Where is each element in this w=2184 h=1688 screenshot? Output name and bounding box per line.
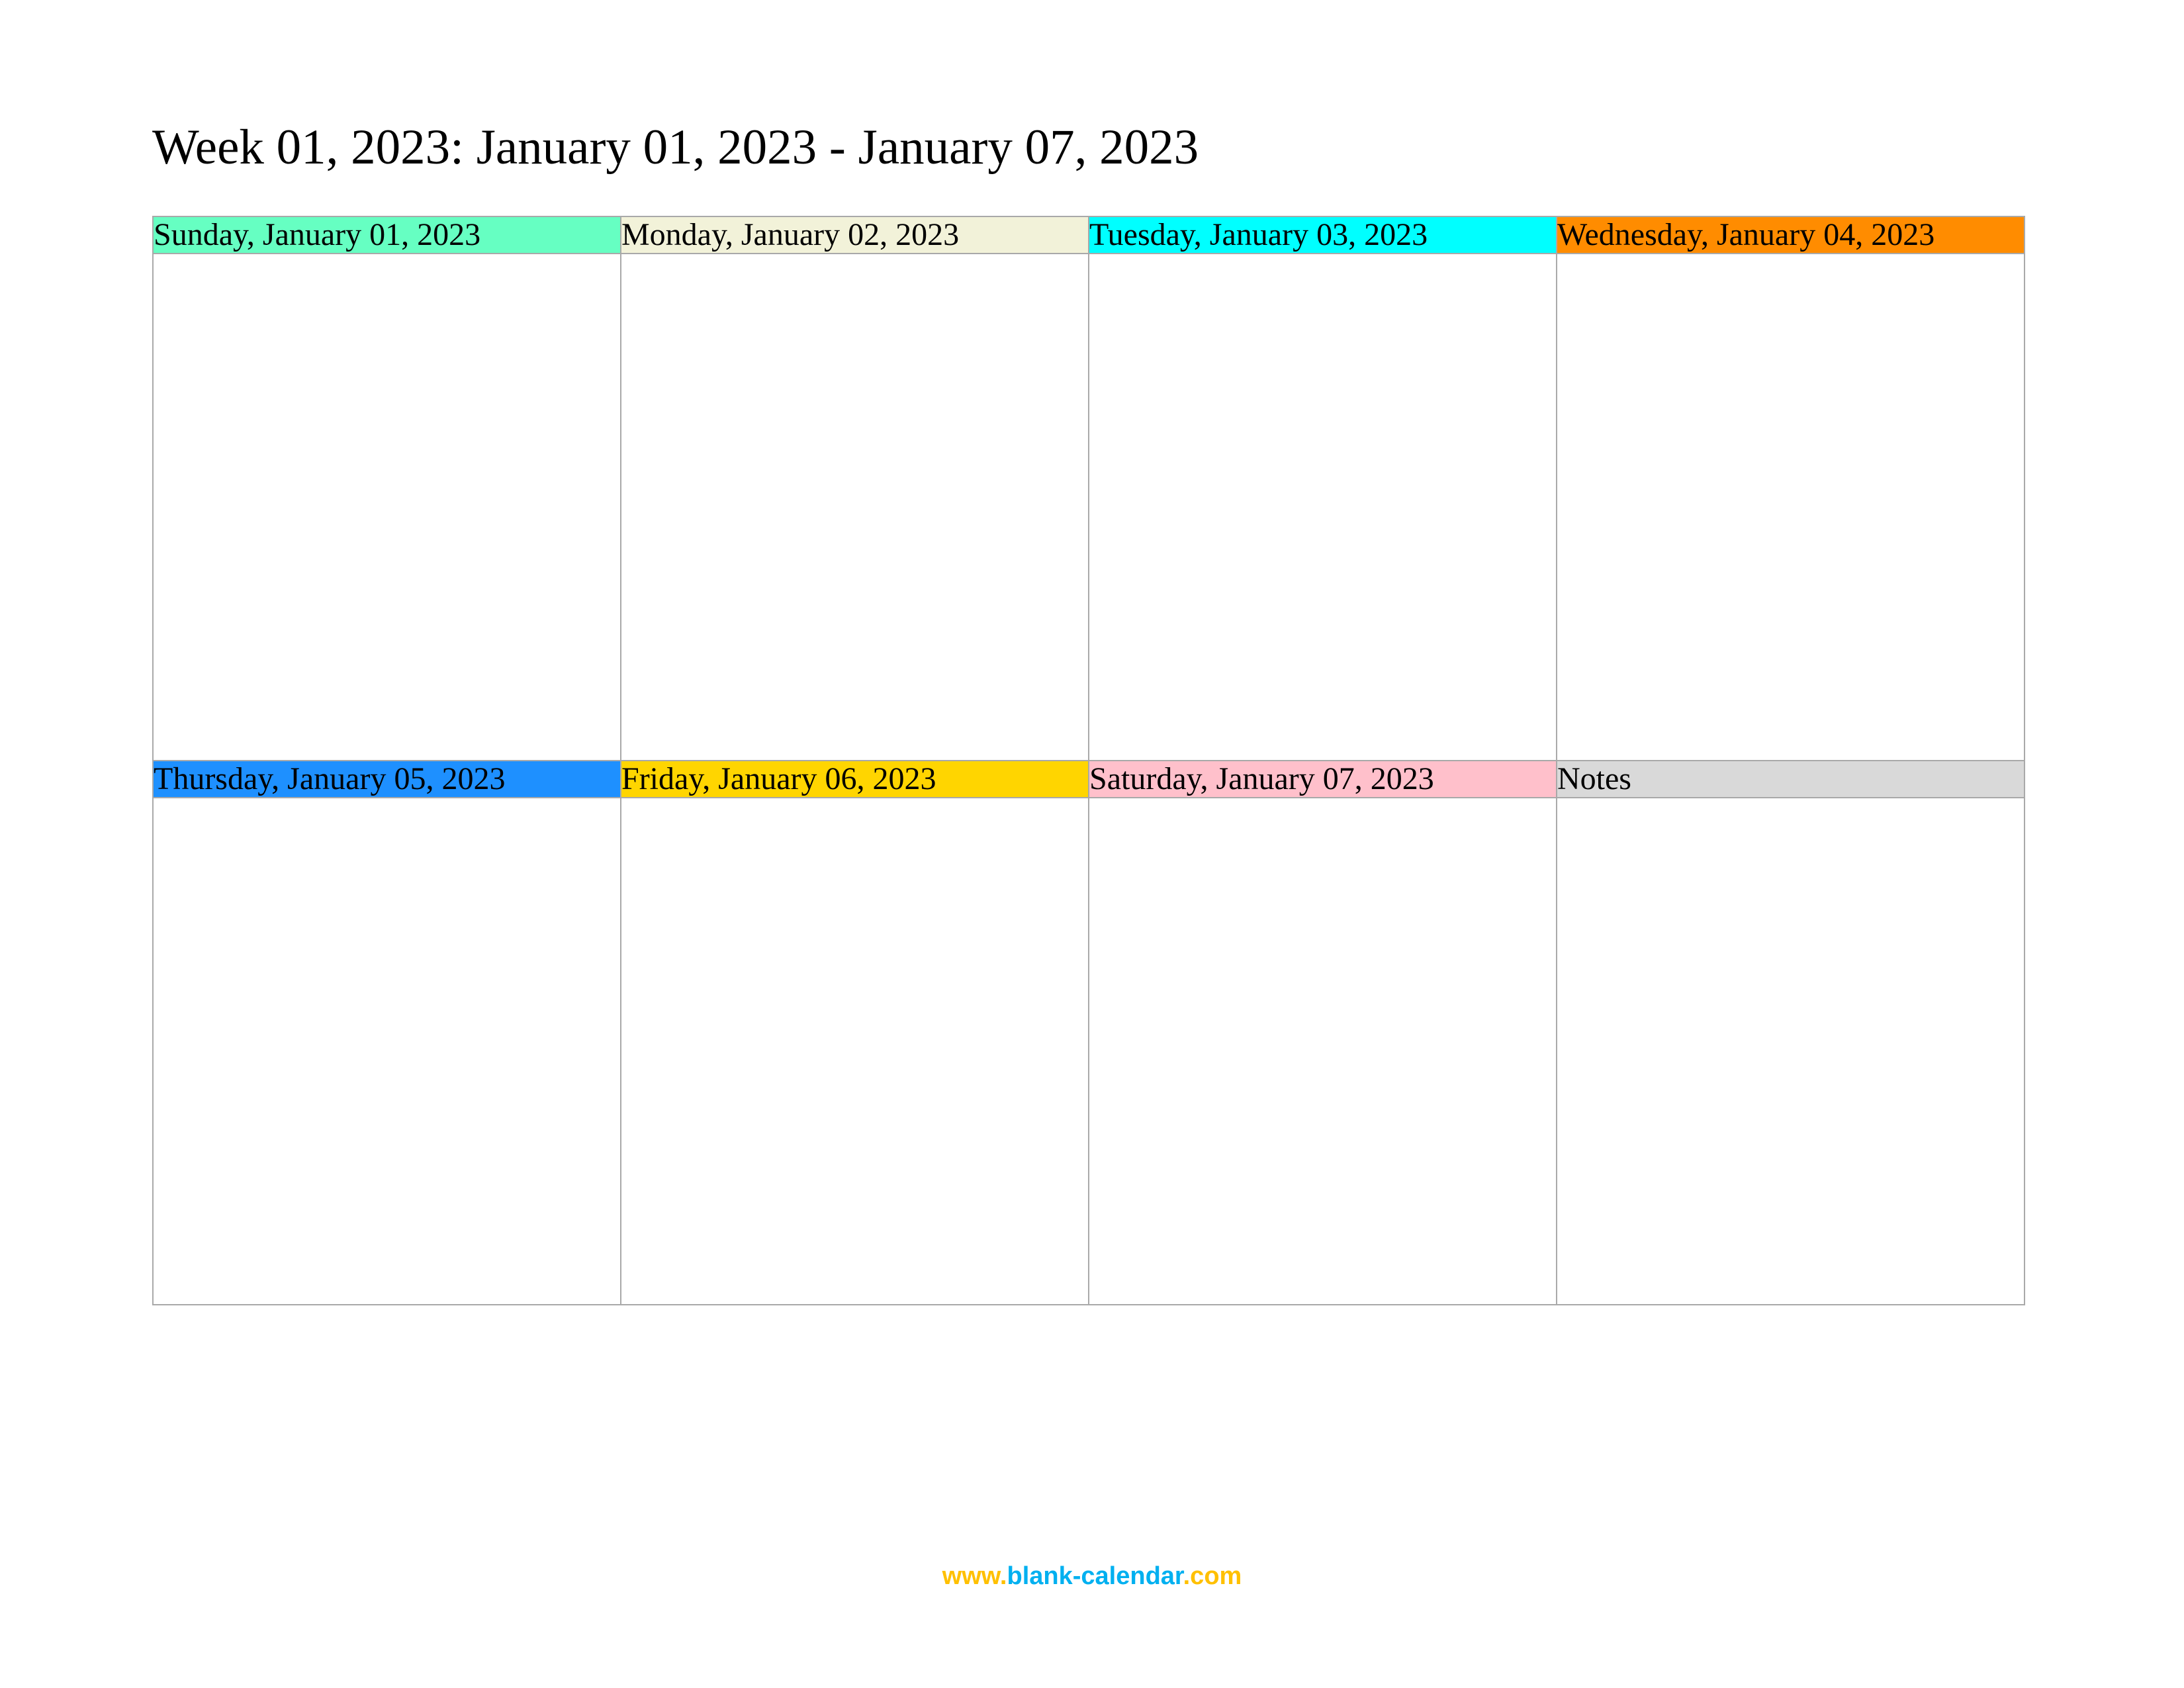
day-body-sunday: [153, 254, 621, 761]
day-body-wednesday: [1557, 254, 2025, 761]
footer: www.blank-calendar.com: [0, 1562, 2184, 1591]
footer-link-prefix: www.: [942, 1562, 1007, 1590]
day-body-saturday: [1089, 798, 1557, 1305]
day-header-sunday: Sunday, January 01, 2023: [153, 216, 621, 254]
footer-link[interactable]: www.blank-calendar.com: [942, 1562, 1242, 1590]
day-header-notes: Notes: [1557, 761, 2025, 798]
weekly-calendar-table: Sunday, January 01, 2023 Monday, January…: [152, 216, 2025, 1305]
day-body-friday: [621, 798, 1089, 1305]
day-body-tuesday: [1089, 254, 1557, 761]
day-header-monday: Monday, January 02, 2023: [621, 216, 1089, 254]
day-header-thursday: Thursday, January 05, 2023: [153, 761, 621, 798]
day-header-saturday: Saturday, January 07, 2023: [1089, 761, 1557, 798]
day-body-thursday: [153, 798, 621, 1305]
day-header-wednesday: Wednesday, January 04, 2023: [1557, 216, 2025, 254]
day-body-monday: [621, 254, 1089, 761]
footer-link-main: blank-calendar: [1007, 1562, 1183, 1590]
day-body-notes: [1557, 798, 2025, 1305]
footer-link-suffix: .com: [1183, 1562, 1242, 1590]
day-header-tuesday: Tuesday, January 03, 2023: [1089, 216, 1557, 254]
page-title: Week 01, 2023: January 01, 2023 - Januar…: [152, 119, 2032, 176]
day-header-friday: Friday, January 06, 2023: [621, 761, 1089, 798]
